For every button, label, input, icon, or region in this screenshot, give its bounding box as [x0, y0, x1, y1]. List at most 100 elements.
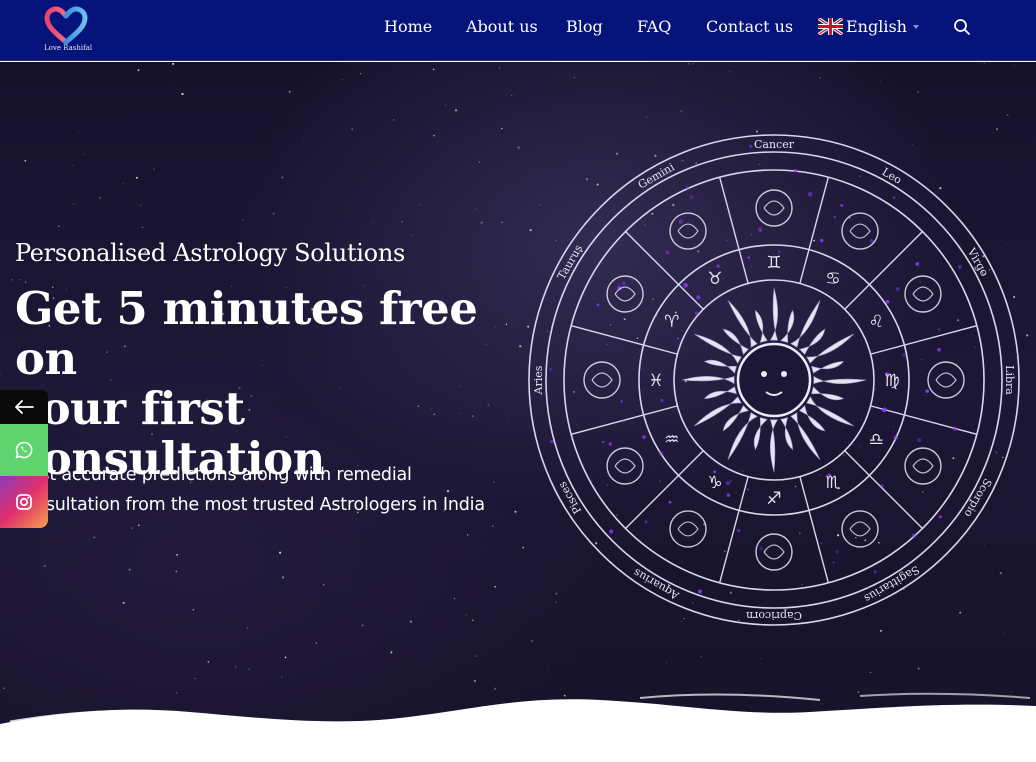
star	[700, 656, 702, 658]
zodiac-label: Libra	[1003, 365, 1016, 395]
sparkle	[881, 407, 887, 413]
sparkle	[916, 437, 922, 443]
sparkle	[621, 281, 627, 286]
star	[445, 104, 446, 106]
nav-about-us[interactable]: About us	[466, 17, 538, 36]
sparkle	[680, 329, 683, 332]
star	[99, 196, 102, 199]
star	[517, 146, 520, 149]
star	[1006, 114, 1009, 117]
star	[281, 676, 283, 678]
star	[73, 203, 75, 205]
star	[207, 660, 210, 663]
star	[530, 639, 534, 643]
sparkle	[835, 550, 839, 554]
star	[122, 601, 125, 604]
sparkle	[880, 484, 884, 488]
star	[680, 110, 682, 112]
sparkle	[639, 195, 642, 198]
zodiac-figure-detail	[591, 372, 613, 388]
sparkle	[746, 488, 749, 491]
sparkle	[729, 480, 732, 482]
zodiac-glyph: ♍	[884, 371, 899, 391]
wheel-divider	[799, 476, 830, 584]
sparkle	[696, 295, 701, 300]
sparkle	[609, 529, 614, 534]
sparkle	[873, 570, 877, 574]
star	[130, 527, 133, 530]
zodiac-figure-detail	[849, 223, 871, 239]
zodiac-figure-detail	[912, 458, 934, 474]
nav-contact-us[interactable]: Contact us	[706, 17, 793, 36]
zodiac-figure	[583, 361, 621, 399]
star	[284, 656, 287, 659]
zodiac-figure-detail	[763, 200, 785, 216]
wheel-divider	[570, 324, 678, 355]
sparkle	[622, 420, 625, 423]
nav-home[interactable]: Home	[384, 17, 432, 36]
star	[372, 221, 374, 223]
sparkle	[550, 439, 554, 444]
sparkle	[726, 493, 731, 497]
sparkle	[840, 203, 844, 207]
sparkle	[820, 542, 823, 545]
star	[471, 619, 474, 622]
sun-face	[736, 342, 812, 418]
sparkle	[937, 347, 941, 352]
zodiac-glyph: ♑	[707, 473, 722, 493]
sparkle	[893, 435, 899, 440]
instagram-button[interactable]	[0, 476, 48, 528]
zodiac-glyph: ♐	[766, 489, 781, 509]
sparkle	[665, 250, 670, 255]
star	[174, 85, 176, 87]
sparkle	[995, 452, 998, 455]
zodiac-glyph: ♉	[707, 269, 722, 289]
star	[360, 73, 362, 75]
star	[475, 655, 478, 657]
sparkle	[819, 238, 824, 243]
star	[983, 62, 985, 64]
star	[13, 218, 15, 220]
zodiac-figure	[841, 510, 879, 548]
star	[194, 678, 196, 680]
zodiac-figure	[841, 212, 879, 250]
star	[1026, 334, 1029, 337]
zodiac-wheel-image: ♋♌♍♎♏♐♑♒♓♈♉♊CancerLeoVirgoLibraScorpioSa…	[528, 134, 1020, 626]
language-selector[interactable]: English	[818, 17, 919, 36]
star	[677, 66, 679, 68]
star	[93, 536, 96, 539]
whatsapp-icon	[15, 441, 33, 459]
collapse-button[interactable]	[0, 390, 48, 424]
star	[19, 279, 21, 281]
sparkle	[801, 583, 804, 586]
hero-subtext: Most accurate predictions along with rem…	[15, 460, 535, 520]
sparkle	[691, 602, 694, 604]
star	[242, 219, 244, 221]
whatsapp-button[interactable]	[0, 424, 48, 476]
zodiac-figure	[755, 189, 793, 227]
sparkle	[937, 328, 941, 331]
zodiac-figure	[606, 447, 644, 485]
search-icon[interactable]	[953, 18, 971, 36]
sparkle	[928, 520, 930, 522]
star	[759, 657, 761, 659]
star	[153, 168, 155, 170]
wheel-divider	[799, 176, 830, 284]
nav-faq[interactable]: FAQ	[637, 17, 671, 36]
star	[0, 373, 1, 375]
sparkle	[833, 215, 836, 218]
star	[72, 164, 74, 166]
star	[645, 116, 648, 118]
star	[246, 627, 248, 629]
zodiac-label: Sagittarius	[862, 563, 922, 605]
sparkle	[668, 500, 672, 504]
wheel-divider	[870, 324, 978, 355]
sparkle	[694, 311, 698, 315]
nav-blog[interactable]: Blog	[566, 17, 603, 36]
sparkle	[736, 528, 741, 533]
heart-logo-icon	[44, 6, 88, 45]
site-logo[interactable]: Love Rashifal	[44, 6, 92, 54]
sparkle	[638, 391, 640, 393]
sparkle	[819, 474, 822, 477]
star	[692, 63, 694, 65]
